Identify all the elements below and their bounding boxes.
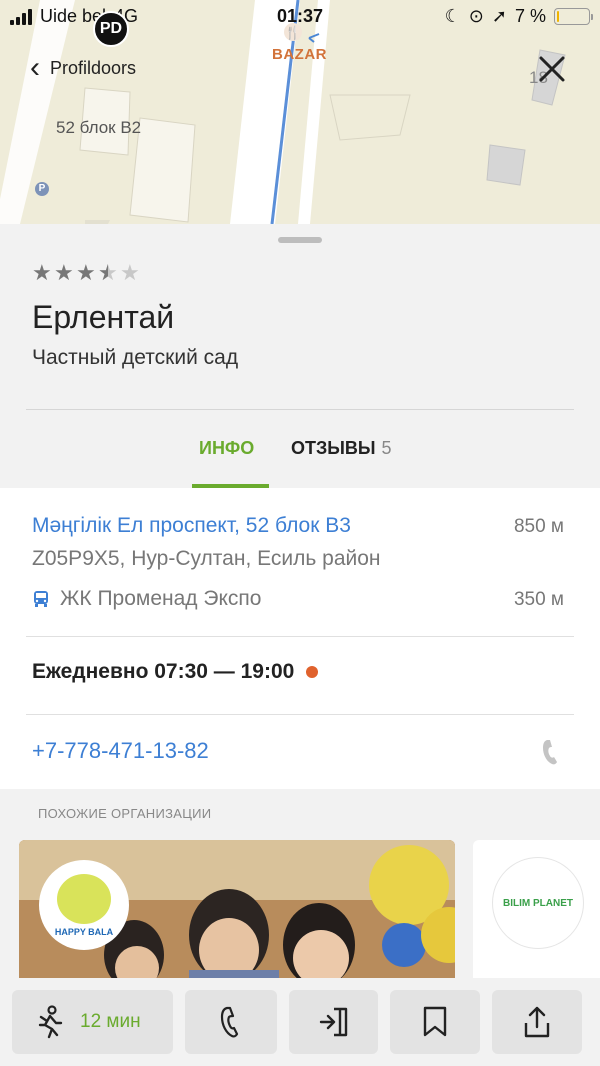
bookmark-icon xyxy=(423,1006,447,1037)
transit-stop[interactable]: ЖК Променад Экспо xyxy=(32,587,261,611)
star-icon: ★ xyxy=(32,260,52,285)
similar-section-title: ПОХОЖИЕ ОРГАНИЗАЦИИ xyxy=(38,806,212,821)
postal-address: Z05P9X5, Нур-Султан, Есиль район xyxy=(32,547,381,570)
hours-text: Ежедневно 07:30 — 19:00 xyxy=(32,660,295,683)
chevron-left-icon: ‹ xyxy=(30,51,40,84)
tab-bar: ИНФО ОТЗЫВЫ 5 xyxy=(0,410,600,488)
star-icon: ★ xyxy=(76,260,96,285)
restaurant-icon: 🍴 xyxy=(284,23,320,43)
back-label: Profildoors xyxy=(50,57,137,78)
walking-icon xyxy=(38,1005,63,1039)
bottom-action-bar: 12 мин xyxy=(0,978,600,1066)
sheet-grabber[interactable] xyxy=(278,237,322,243)
back-button[interactable]: ‹ Profildoors xyxy=(30,51,137,84)
similar-card[interactable]: BILIM PLANET xyxy=(473,840,600,980)
transit-distance: 350 м xyxy=(513,589,564,610)
share-button[interactable] xyxy=(492,990,582,1054)
battery-percent: 7 % xyxy=(514,6,546,26)
rotation-lock-icon: ⊙ xyxy=(468,6,484,26)
info-panel: Мәңгілік Ел проспект, 52 блок В3 850 м Z… xyxy=(0,488,600,789)
phone-icon[interactable] xyxy=(540,738,562,766)
rating-stars: ★ ★ ★ ★ ★ xyxy=(32,260,140,285)
tab-info[interactable]: ИНФО xyxy=(199,438,254,459)
phone-icon xyxy=(220,1006,239,1038)
address-distance: 850 м xyxy=(513,516,564,537)
divider xyxy=(26,714,574,715)
place-name: Ерлентай xyxy=(32,299,175,335)
status-dot xyxy=(306,666,319,678)
opening-hours[interactable]: Ежедневно 07:30 — 19:00 xyxy=(32,660,319,684)
entrances-button[interactable] xyxy=(289,990,378,1054)
route-time: 12 мин xyxy=(80,1011,141,1032)
moon-icon: ☾ xyxy=(444,6,461,26)
building-label: 52 блок В2 xyxy=(56,118,142,137)
address-link[interactable]: Мәңгілік Ел проспект, 52 блок В3 xyxy=(32,514,351,538)
close-button[interactable] xyxy=(538,54,566,90)
bilim-planet-logo: BILIM PLANET xyxy=(493,858,583,948)
share-icon xyxy=(524,1006,550,1038)
map-view[interactable]: Uide bel 4G 01:37 ☾ ⊙ ➚ 7 % PD 52 блок В… xyxy=(0,0,600,224)
tab-reviews[interactable]: ОТЗЫВЫ 5 xyxy=(291,438,392,459)
parking-icon: P xyxy=(35,182,49,196)
reviews-count: 5 xyxy=(381,438,392,458)
happy-bala-logo: HAPPY BALA xyxy=(39,860,129,950)
profildoors-marker[interactable]: PD xyxy=(93,11,129,47)
place-category: Частный детский сад xyxy=(32,346,239,369)
logo-text: HAPPY BALA xyxy=(54,926,114,937)
battery-icon xyxy=(554,8,593,25)
bus-icon xyxy=(34,591,48,607)
location-arrow-icon: ➚ xyxy=(491,6,507,26)
divider xyxy=(26,636,574,637)
entrance-icon xyxy=(319,1007,347,1037)
route-button[interactable]: 12 мин xyxy=(12,990,173,1054)
call-button[interactable] xyxy=(185,990,277,1054)
star-icon: ★ xyxy=(120,260,140,285)
similar-card[interactable]: HAPPY BALA xyxy=(19,840,455,980)
phone-link[interactable]: +7-778-471-13-82 xyxy=(32,738,209,764)
logo-text: BILIM PLANET xyxy=(503,897,573,909)
close-icon xyxy=(539,56,565,82)
star-icon: ★ xyxy=(98,262,118,285)
place-card-header: ★★★★★ Ерлентай Частный детский сад ИНФО … xyxy=(0,224,600,488)
svg-text:🍴: 🍴 xyxy=(285,25,301,41)
bookmark-button[interactable] xyxy=(390,990,480,1054)
star-icon: ★ xyxy=(54,260,74,285)
tab-reviews-label: ОТЗЫВЫ xyxy=(291,438,376,458)
transit-stop-label: ЖК Променад Экспо xyxy=(60,587,262,610)
